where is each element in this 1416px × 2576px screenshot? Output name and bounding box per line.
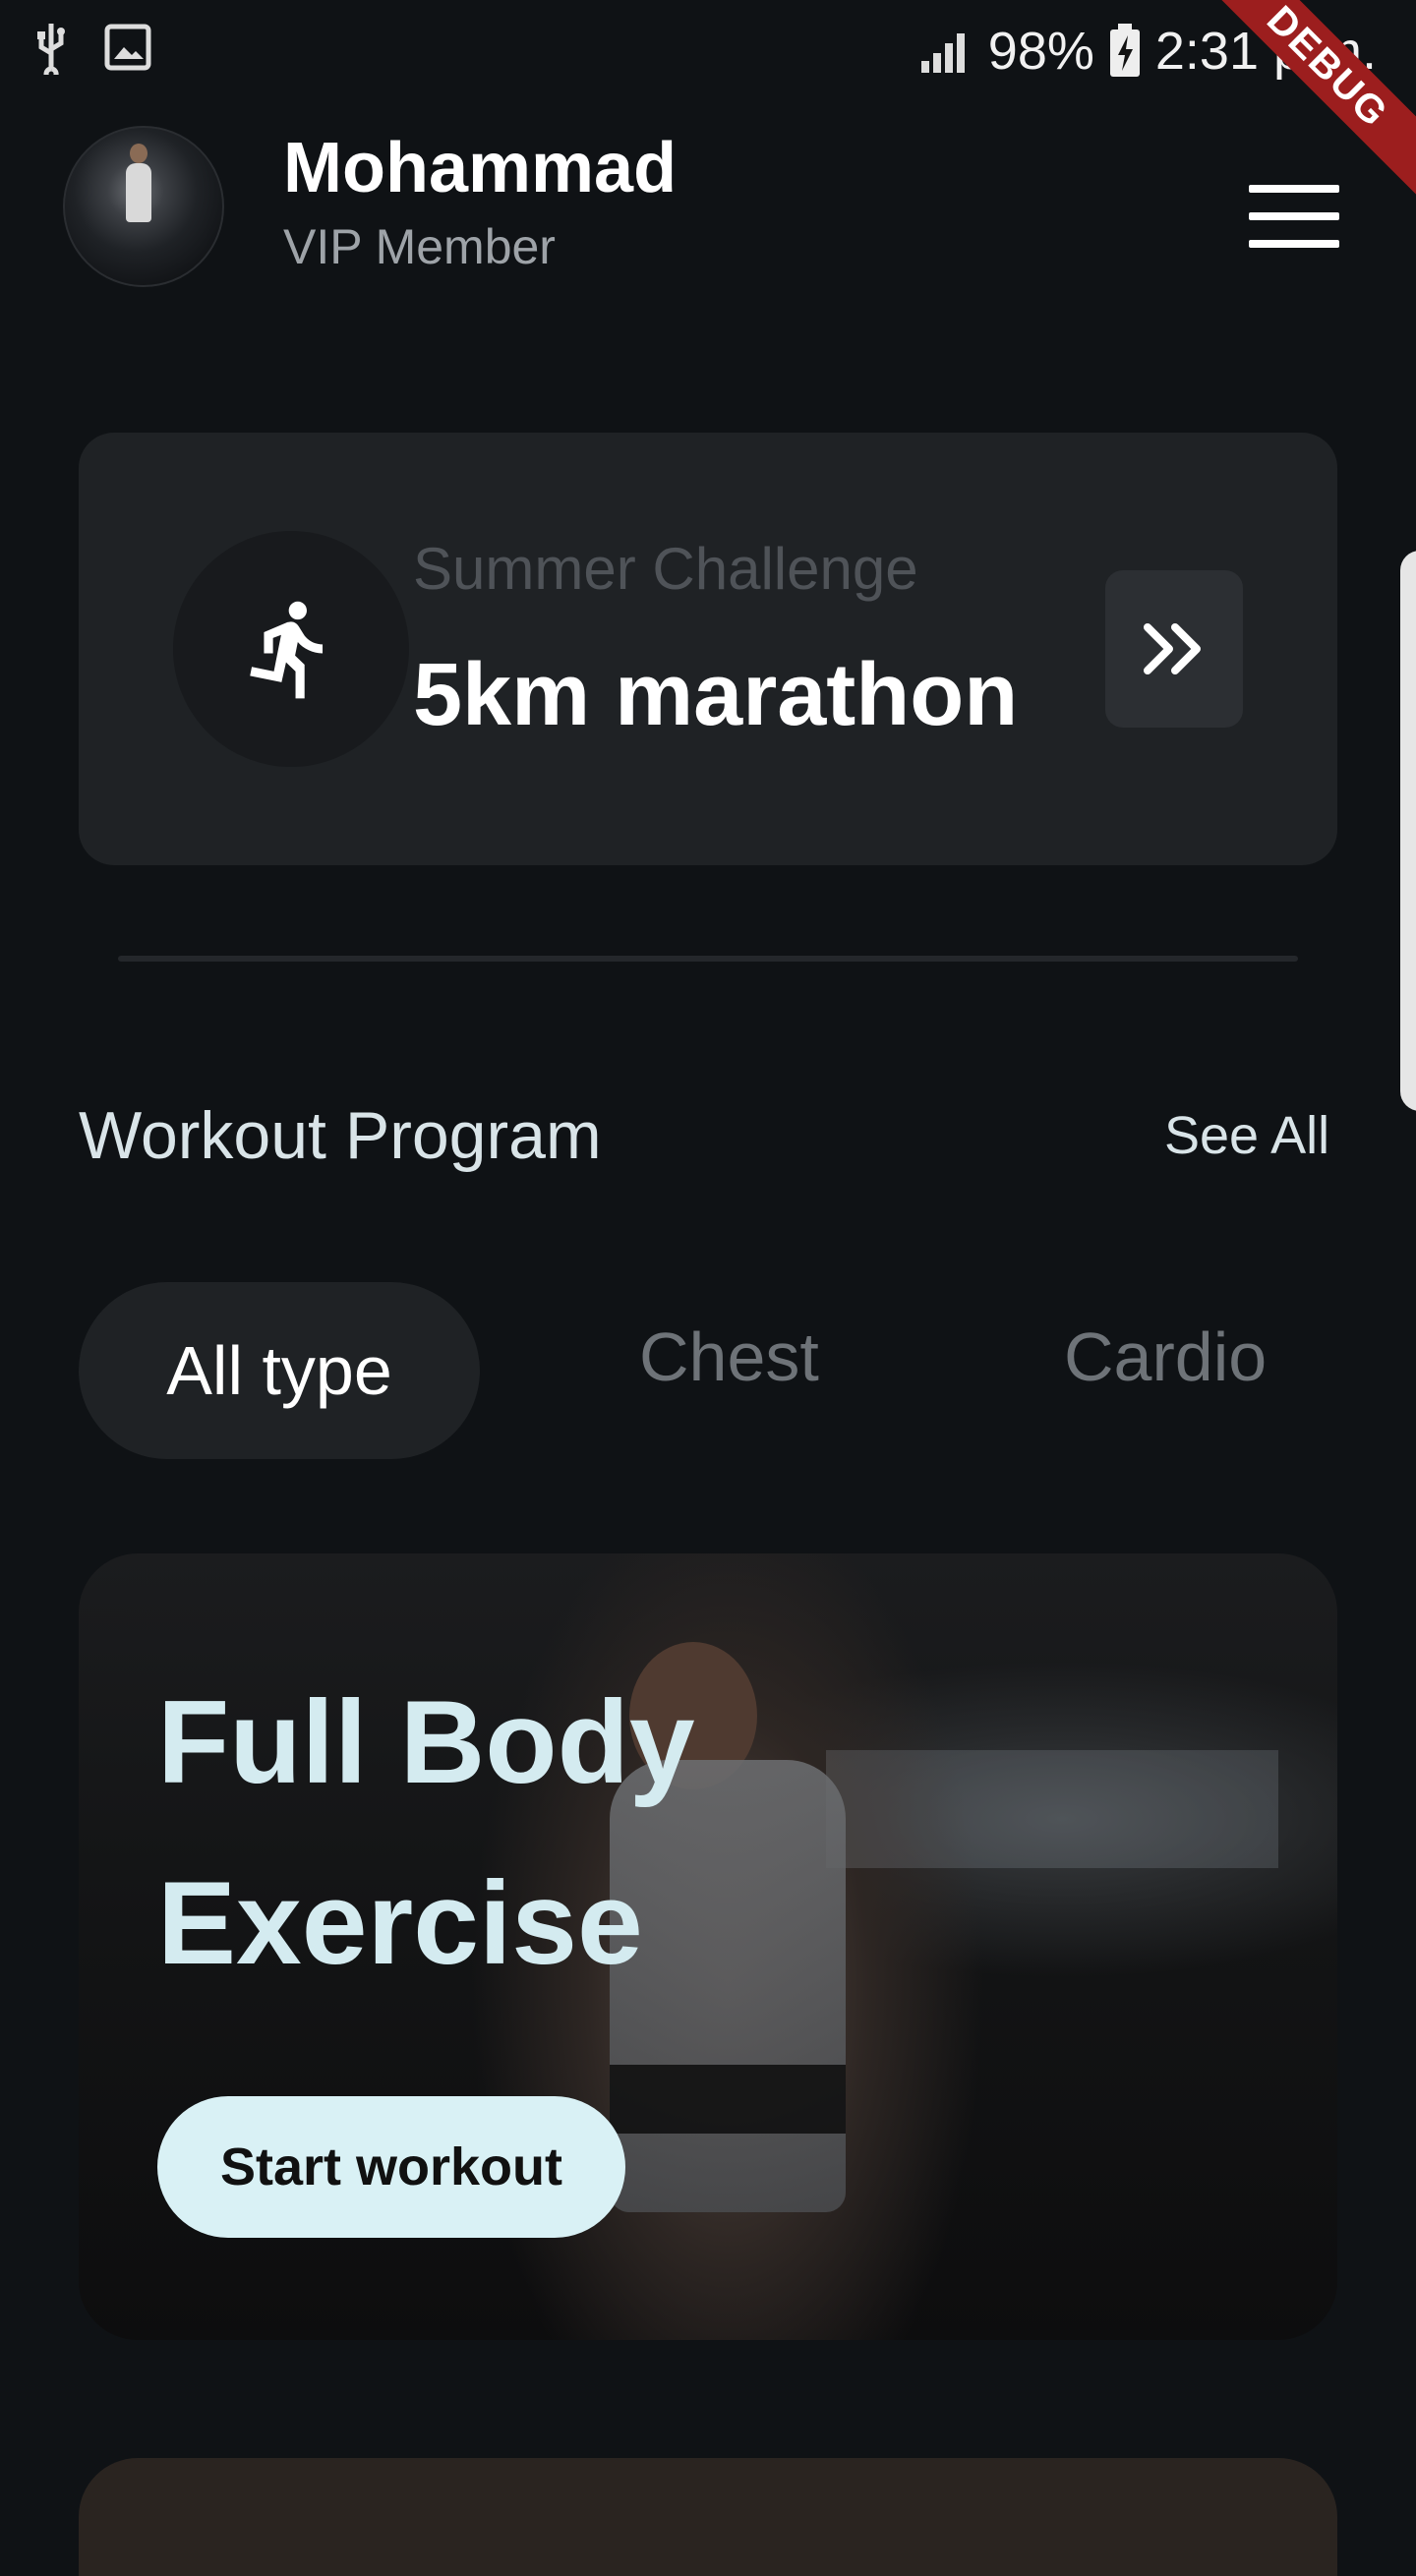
workout-title-line-2: Exercise	[157, 1857, 643, 1989]
challenge-open-button[interactable]	[1105, 570, 1243, 728]
double-chevron-right-icon	[1144, 623, 1201, 674]
scroll-edge-indicator	[1400, 551, 1416, 1111]
running-person-icon	[250, 601, 324, 699]
section-title: Workout Program	[79, 1098, 602, 1173]
usb-icon	[37, 24, 65, 75]
start-workout-button[interactable]: Start workout	[157, 2096, 625, 2238]
status-bar-left	[31, 18, 151, 77]
avatar-body	[126, 163, 151, 222]
see-all-link[interactable]: See All	[1164, 1105, 1329, 1166]
membership-label: VIP Member	[283, 219, 556, 274]
filter-chip-all-type[interactable]: All type	[79, 1282, 480, 1459]
filter-chip-chest[interactable]: Chest	[639, 1317, 819, 1396]
battery-charging-icon	[1109, 24, 1140, 77]
athlete-belt-image	[610, 2065, 846, 2134]
filter-chip-cardio[interactable]: Cardio	[1064, 1317, 1267, 1396]
user-name: Mohammad	[283, 129, 678, 207]
hamburger-menu-icon[interactable]	[1249, 185, 1339, 248]
workout-title-line-1: Full Body	[157, 1676, 695, 1808]
signal-icon	[920, 33, 965, 73]
avatar-head	[130, 144, 148, 163]
battery-percentage: 98%	[987, 22, 1094, 81]
challenge-title: 5km marathon	[413, 646, 1019, 744]
avatar[interactable]	[63, 126, 224, 287]
challenge-subtitle: Summer Challenge	[413, 536, 918, 602]
workout-card-title: Full Body Exercise	[157, 1652, 695, 2014]
gym-mirror-image	[826, 1750, 1278, 1868]
next-workout-card[interactable]	[79, 2458, 1337, 2576]
image-icon	[104, 24, 151, 71]
challenge-icon-circle	[173, 531, 409, 767]
section-divider	[118, 956, 1298, 962]
